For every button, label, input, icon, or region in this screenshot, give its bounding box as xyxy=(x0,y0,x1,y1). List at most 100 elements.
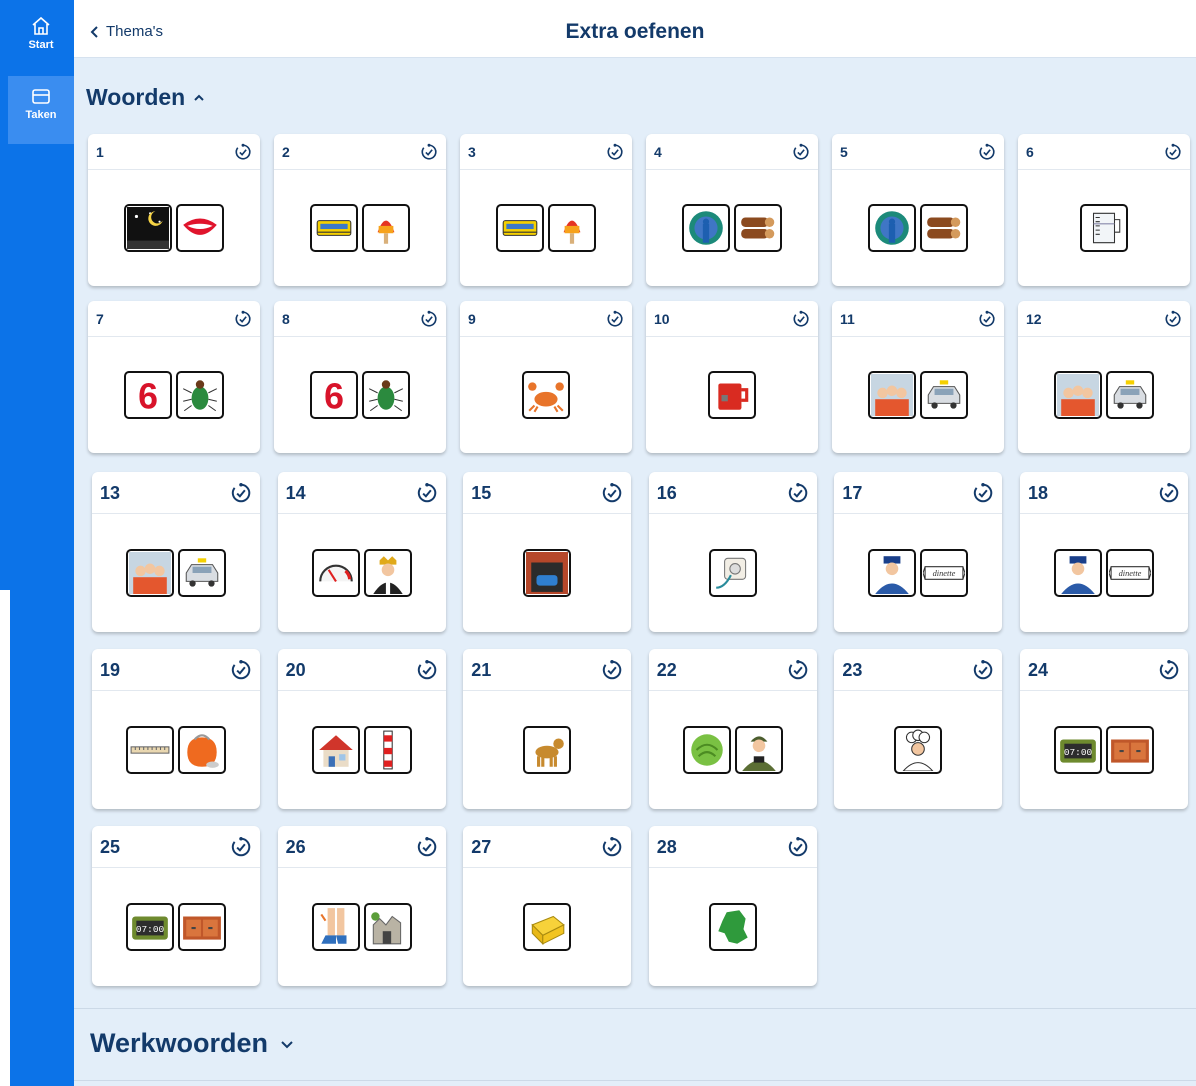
timer-check-icon xyxy=(788,836,808,857)
number-six-icon: 6 xyxy=(310,371,358,419)
purse-icon xyxy=(178,726,226,774)
card-pictures: 07:00 xyxy=(92,868,260,986)
exercise-card-6[interactable]: 6 xyxy=(1018,134,1190,286)
exercise-card-19[interactable]: 19 xyxy=(92,649,260,809)
card-pictures: dinette xyxy=(834,514,1002,632)
card-pictures xyxy=(463,691,631,809)
exercise-card-17[interactable]: 17 dinette xyxy=(834,472,1003,632)
exercise-number: 23 xyxy=(842,660,863,680)
ice-lolly-icon xyxy=(362,204,410,252)
timer-check-icon xyxy=(974,659,993,680)
exercise-card-9[interactable]: 9 xyxy=(460,301,632,453)
exercise-card-7[interactable]: 76 xyxy=(88,301,260,453)
taxi-icon xyxy=(920,371,968,419)
timer-check-icon xyxy=(788,482,808,503)
timer-check-icon xyxy=(421,143,437,160)
exercise-number: 8 xyxy=(282,311,290,327)
card-header: 25 xyxy=(92,826,260,868)
sidebar-item-start[interactable]: Start xyxy=(8,16,74,66)
alarm-clock-icon: 07:00 xyxy=(126,903,174,951)
card-header: 12 xyxy=(1018,301,1190,337)
top-bar: Thema's Extra oefenen xyxy=(74,0,1196,58)
svg-text:07:00: 07:00 xyxy=(1064,747,1093,758)
card-header: 20 xyxy=(277,649,446,691)
card-header: 14 xyxy=(277,472,446,514)
card-header: 24 xyxy=(1020,649,1188,691)
card-header: 26 xyxy=(277,826,446,868)
cabbage-icon xyxy=(682,726,731,774)
group-photo-icon xyxy=(868,371,916,419)
exercise-card-22[interactable]: 22 xyxy=(648,649,817,809)
card-pictures xyxy=(278,868,446,986)
exercise-card-8[interactable]: 86 xyxy=(274,301,446,453)
timer-check-icon xyxy=(231,659,251,680)
measuring-cup-icon xyxy=(1080,204,1128,252)
card-header: 6 xyxy=(1018,134,1190,170)
timer-check-icon xyxy=(1159,659,1179,680)
home-icon xyxy=(32,16,50,35)
exercise-number: 9 xyxy=(468,311,476,327)
exercise-card-25[interactable]: 25 07:00 xyxy=(92,826,260,986)
card-header: 18 xyxy=(1020,472,1188,514)
exercise-number: 26 xyxy=(285,837,306,857)
exercise-card-20[interactable]: 20 xyxy=(277,649,446,809)
timer-check-icon xyxy=(231,836,251,857)
card-header: 16 xyxy=(648,472,817,514)
card-header: 11 xyxy=(832,301,1004,337)
exercise-card-26[interactable]: 26 xyxy=(277,826,446,986)
card-pictures xyxy=(92,691,260,809)
exercise-card-23[interactable]: 23 xyxy=(834,649,1003,809)
sidebar-item-taken[interactable]: Taken xyxy=(8,76,74,144)
exercise-card-27[interactable]: 27 xyxy=(463,826,632,986)
timer-check-icon xyxy=(974,482,993,503)
exercise-number: 7 xyxy=(96,311,104,327)
exercise-number: 4 xyxy=(654,144,662,160)
exercise-card-4[interactable]: 4 xyxy=(646,134,818,286)
divider xyxy=(74,1080,1196,1081)
card-pictures xyxy=(88,170,260,286)
exercise-card-28[interactable]: 28 xyxy=(648,826,817,986)
exercise-card-18[interactable]: 18 dinette xyxy=(1020,472,1188,632)
exercise-card-13[interactable]: 13 xyxy=(92,472,260,632)
exercise-card-11[interactable]: 11 xyxy=(832,301,1004,453)
logs-icon xyxy=(734,204,782,252)
chevron-down-icon xyxy=(281,1040,293,1048)
exercise-number: 17 xyxy=(842,483,863,503)
card-pictures xyxy=(646,337,818,453)
timer-check-icon xyxy=(1165,143,1181,160)
timer-check-icon xyxy=(979,143,995,160)
exercise-card-14[interactable]: 14 xyxy=(277,472,446,632)
exercise-card-15[interactable]: 15 xyxy=(463,472,632,632)
garage-icon xyxy=(523,549,572,597)
exercise-card-16[interactable]: 16 xyxy=(648,472,817,632)
card-pictures xyxy=(92,514,260,632)
exercise-card-21[interactable]: 21 xyxy=(463,649,632,809)
divider xyxy=(74,1008,1196,1009)
exercise-card-2[interactable]: 2 xyxy=(274,134,446,286)
exercise-number: 20 xyxy=(285,660,306,680)
ice-lolly-icon xyxy=(548,204,596,252)
card-pictures xyxy=(649,868,817,986)
speedometer-icon xyxy=(311,549,360,597)
exercise-card-1[interactable]: 1 xyxy=(88,134,260,286)
night-icon xyxy=(124,204,172,252)
legs-icon xyxy=(311,903,360,951)
exercise-card-12[interactable]: 12 xyxy=(1018,301,1190,453)
card-pictures xyxy=(1018,170,1190,286)
section-woorden-header[interactable]: Woorden xyxy=(86,84,205,111)
section-title: Woorden xyxy=(86,84,186,110)
exercise-number: 19 xyxy=(100,660,121,680)
exercise-number: 28 xyxy=(656,837,677,857)
exercise-card-24[interactable]: 24 07:00 xyxy=(1020,649,1188,809)
timer-check-icon xyxy=(788,659,808,680)
exercise-card-10[interactable]: 10 xyxy=(646,301,818,453)
exercise-card-3[interactable]: 3 xyxy=(460,134,632,286)
section-werkwoorden-header[interactable]: Werkwoorden xyxy=(90,1028,294,1059)
number-six-icon: 6 xyxy=(124,371,172,419)
ruin-icon xyxy=(363,903,412,951)
logs-icon xyxy=(920,204,968,252)
card-header: 9 xyxy=(460,301,632,337)
timer-check-icon xyxy=(607,310,623,327)
exercise-card-5[interactable]: 5 xyxy=(832,134,1004,286)
exercise-number: 12 xyxy=(1026,311,1042,327)
